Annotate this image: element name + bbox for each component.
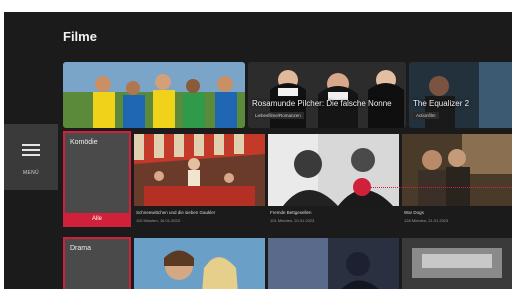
movie-tile[interactable] — [134, 134, 265, 206]
movie-tile[interactable] — [268, 238, 399, 289]
category-all-button[interactable]: Alle — [65, 213, 129, 225]
hamburger-menu-icon — [22, 144, 40, 158]
movie-image-couple — [134, 238, 265, 289]
movie-tile[interactable] — [402, 134, 512, 206]
watch-progress-line — [364, 187, 512, 188]
featured-tile-2[interactable]: Rosamunde Pilcher: Die falsche Nonne Lie… — [248, 62, 406, 128]
movie-meta: 110 Minuten, 16.01.2023 — [136, 218, 180, 223]
category-tile-komoedie[interactable]: Komödie Alle — [63, 131, 131, 227]
movie-tile[interactable] — [402, 238, 512, 289]
menu-button[interactable]: MENÜ — [4, 124, 58, 190]
featured-tile-1[interactable] — [63, 62, 245, 128]
featured-image-football — [63, 62, 245, 128]
movie-title: War Dogs — [404, 210, 424, 215]
menu-label: MENÜ — [23, 170, 39, 176]
featured-tile-3[interactable]: The Equalizer 2 Actionfilm — [409, 62, 512, 128]
movie-image-bw — [268, 134, 399, 206]
movie-meta: 128 Minuten, 21.01.2023 — [404, 218, 449, 223]
movie-tile[interactable] — [268, 134, 399, 206]
movie-image-circus — [134, 134, 265, 206]
movie-image-drama-3 — [402, 238, 512, 289]
featured-title-2: Rosamunde Pilcher: Die falsche Nonne — [252, 99, 392, 108]
movie-title: Fremde Bettgesellen — [270, 210, 312, 215]
movie-title: Schneewittchen und die sieben Gaukler — [136, 210, 216, 215]
category-tile-drama[interactable]: Drama — [63, 237, 131, 289]
featured-title-3: The Equalizer 2 — [413, 99, 470, 108]
watch-progress-dot — [353, 178, 371, 196]
movie-image-war-dogs — [402, 134, 512, 206]
featured-badge-3: Actionfilm — [413, 112, 439, 119]
tv-screen: Filme MENÜ Rosamunde Pilcher: Die falsch… — [4, 12, 512, 289]
movie-image-drama-2 — [268, 238, 399, 289]
category-label: Komödie — [70, 139, 98, 146]
movie-meta: 101 Minuten, 20.01.2023 — [270, 218, 315, 223]
movie-tile[interactable] — [134, 238, 265, 289]
page-title: Filme — [63, 29, 97, 44]
category-label: Drama — [70, 245, 92, 252]
featured-badge-2: Liebesfilme/Romanzen — [252, 112, 304, 119]
